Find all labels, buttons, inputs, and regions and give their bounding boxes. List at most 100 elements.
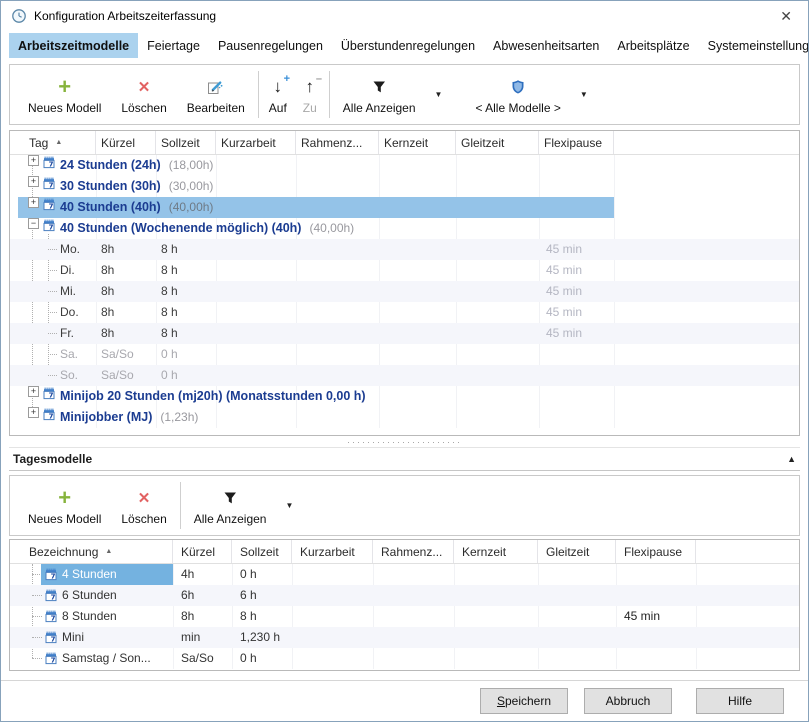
tagesmodelle-toolbar: + Neues Modell ✕ Löschen Alle Anzeigen ▼ — [9, 475, 800, 536]
expand-icon[interactable]: + — [28, 176, 39, 187]
table-row[interactable]: Di. 8h 8 h 45 min — [10, 260, 799, 281]
show-all-dropdown-icon[interactable]: ▼ — [426, 90, 452, 99]
bezeichnung-cell: 4 Stunden — [62, 564, 117, 585]
table-row[interactable]: Mo. 8h 8 h 45 min — [10, 239, 799, 260]
calendar-icon — [42, 386, 56, 401]
sollzeit-cell: 8 h — [240, 606, 257, 627]
show-all-filter-button[interactable]: Alle Anzeigen — [333, 72, 426, 118]
expand-icon[interactable]: + — [28, 386, 39, 397]
kuerzel-cell: Sa/So — [101, 365, 134, 386]
tab-systemeinstellungen[interactable]: Systemeinstellungen — [699, 33, 809, 58]
column-header-rahmenzeit[interactable]: Rahmenz... — [373, 540, 454, 563]
tab-abwesenheitsarten[interactable]: Abwesenheitsarten — [484, 33, 608, 58]
sollzeit-cell: 0 h — [240, 564, 257, 585]
delete-label: Löschen — [121, 101, 166, 115]
model-filter-button[interactable]: < Alle Modelle > — [465, 72, 570, 118]
column-header-flexipause[interactable]: Flexipause — [539, 131, 614, 154]
column-header-rahmenzeit[interactable]: Rahmenz... — [296, 131, 379, 154]
tagesmodelle-section-header[interactable]: Tagesmodelle ▲ — [9, 447, 800, 471]
tab-feiertage[interactable]: Feiertage — [138, 33, 209, 58]
column-header-bezeichnung[interactable]: Bezeichnung▲ — [10, 540, 173, 563]
edit-pencil-icon — [207, 79, 224, 95]
column-header-sollzeit[interactable]: Sollzeit — [232, 540, 292, 563]
column-header-gleitzeit[interactable]: Gleitzeit — [538, 540, 616, 563]
column-header-kuerzel[interactable]: Kürzel — [173, 540, 232, 563]
table-row[interactable]: + 24 Stunden (24h)(18,00h) — [10, 155, 799, 176]
table-row-selected[interactable]: 4 Stunden 4h 0 h — [10, 564, 799, 585]
tab-arbeitsplaetze[interactable]: Arbeitsplätze — [608, 33, 698, 58]
new-model-label: Neues Modell — [28, 101, 101, 115]
bezeichnung-cell: 6 Stunden — [62, 585, 117, 606]
column-header-gleitzeit[interactable]: Gleitzeit — [456, 131, 539, 154]
model-filter-label: < Alle Modelle > — [475, 101, 560, 115]
table-row[interactable]: − 40 Stunden (Wochenende möglich) (40h)(… — [10, 218, 799, 239]
collapse-all-button[interactable]: ↑– Zu — [294, 72, 326, 118]
column-header-kernzeit[interactable]: Kernzeit — [379, 131, 456, 154]
kuerzel-cell: Sa/So — [101, 344, 134, 365]
tab-ueberstundenregelungen[interactable]: Überstundenregelungen — [332, 33, 484, 58]
tab-bar: Arbeitszeitmodelle Feiertage Pausenregel… — [1, 33, 808, 58]
table-row[interactable]: Sa. Sa/So 0 h — [10, 344, 799, 365]
sollzeit-cell: 0 h — [161, 365, 178, 386]
model-row-text: 40 Stunden (40h)(40,00h) — [60, 197, 213, 218]
kuerzel-cell: 4h — [181, 564, 194, 585]
tagesmodelle-table: Bezeichnung▲ Kürzel Sollzeit Kurzarbeit … — [9, 539, 800, 671]
column-header-kurzarbeit[interactable]: Kurzarbeit — [292, 540, 373, 563]
table-row[interactable]: + 30 Stunden (30h)(30,00h) — [10, 176, 799, 197]
sollzeit-cell: 8 h — [161, 323, 178, 344]
save-button[interactable]: Speichern — [480, 688, 568, 714]
column-header-sollzeit[interactable]: Sollzeit — [156, 131, 216, 154]
table-row[interactable]: Mini min 1,230 h — [10, 627, 799, 648]
table-row[interactable]: Do. 8h 8 h 45 min — [10, 302, 799, 323]
table-row[interactable]: So. Sa/So 0 h — [10, 365, 799, 386]
expand-all-button[interactable]: ↓+ Auf — [262, 72, 294, 118]
flexipause-cell: 45 min — [546, 260, 582, 281]
model-row-text: Minijobber (MJ)(1,23h) — [60, 407, 198, 428]
column-header-kurzarbeit[interactable]: Kurzarbeit — [216, 131, 296, 154]
tab-pausenregelungen[interactable]: Pausenregelungen — [209, 33, 332, 58]
splitter-handle[interactable]: ······················· — [1, 436, 808, 447]
cancel-button[interactable]: Abbruch — [584, 688, 672, 714]
flexipause-cell: 45 min — [546, 281, 582, 302]
window-title: Konfiguration Arbeitszeiterfassung — [34, 9, 216, 23]
column-header-kernzeit[interactable]: Kernzeit — [454, 540, 538, 563]
arrow-up-minus-icon: ↑– — [306, 78, 315, 95]
new-model-button[interactable]: + Neues Modell — [18, 72, 111, 118]
table-row-selected[interactable]: + 40 Stunden (40h)(40,00h) — [10, 197, 799, 218]
calendar-icon — [42, 197, 56, 212]
column-header-tag[interactable]: Tag▲ — [10, 131, 96, 154]
show-all-day-filter-button[interactable]: Alle Anzeigen — [184, 483, 277, 529]
calendar-icon — [44, 567, 58, 582]
expand-icon[interactable]: + — [28, 407, 39, 418]
table-row[interactable]: Fr. 8h 8 h 45 min — [10, 323, 799, 344]
section-collapse-icon[interactable]: ▲ — [787, 454, 800, 464]
sollzeit-cell: 8 h — [161, 239, 178, 260]
expand-icon[interactable]: + — [28, 155, 39, 166]
expand-icon[interactable]: + — [28, 197, 39, 208]
edit-button[interactable]: Bearbeiten — [177, 72, 255, 118]
table-row[interactable]: Samstag / Son... Sa/So 0 h — [10, 648, 799, 669]
delete-day-model-button[interactable]: ✕ Löschen — [111, 483, 176, 529]
delete-button[interactable]: ✕ Löschen — [111, 72, 176, 118]
plus-icon: + — [58, 76, 71, 98]
help-button[interactable]: Hilfe — [696, 688, 784, 714]
table-row[interactable]: 8 Stunden 8h 8 h 45 min — [10, 606, 799, 627]
new-day-model-button[interactable]: + Neues Modell — [18, 483, 111, 529]
column-header-flexipause[interactable]: Flexipause — [616, 540, 696, 563]
column-header-kuerzel[interactable]: Kürzel — [96, 131, 156, 154]
kuerzel-cell: 8h — [101, 323, 114, 344]
table-row[interactable]: + Minijobber (MJ)(1,23h) — [10, 407, 799, 428]
close-icon[interactable]: ✕ — [768, 5, 804, 28]
table-row[interactable]: 6 Stunden 6h 6 h — [10, 585, 799, 606]
flexipause-cell: 45 min — [624, 606, 660, 627]
sollzeit-cell: 8 h — [161, 281, 178, 302]
show-all-day-dropdown-icon[interactable]: ▼ — [276, 501, 302, 510]
tab-arbeitszeitmodelle[interactable]: Arbeitszeitmodelle — [9, 33, 138, 58]
model-filter-dropdown-icon[interactable]: ▼ — [571, 90, 597, 99]
calendar-icon — [42, 155, 56, 170]
collapse-icon[interactable]: − — [28, 218, 39, 229]
bezeichnung-cell: 8 Stunden — [62, 606, 117, 627]
sort-asc-icon: ▲ — [105, 548, 112, 555]
table-row[interactable]: Mi. 8h 8 h 45 min — [10, 281, 799, 302]
table-row[interactable]: + Minijob 20 Stunden (mj20h) (Monatsstun… — [10, 386, 799, 407]
